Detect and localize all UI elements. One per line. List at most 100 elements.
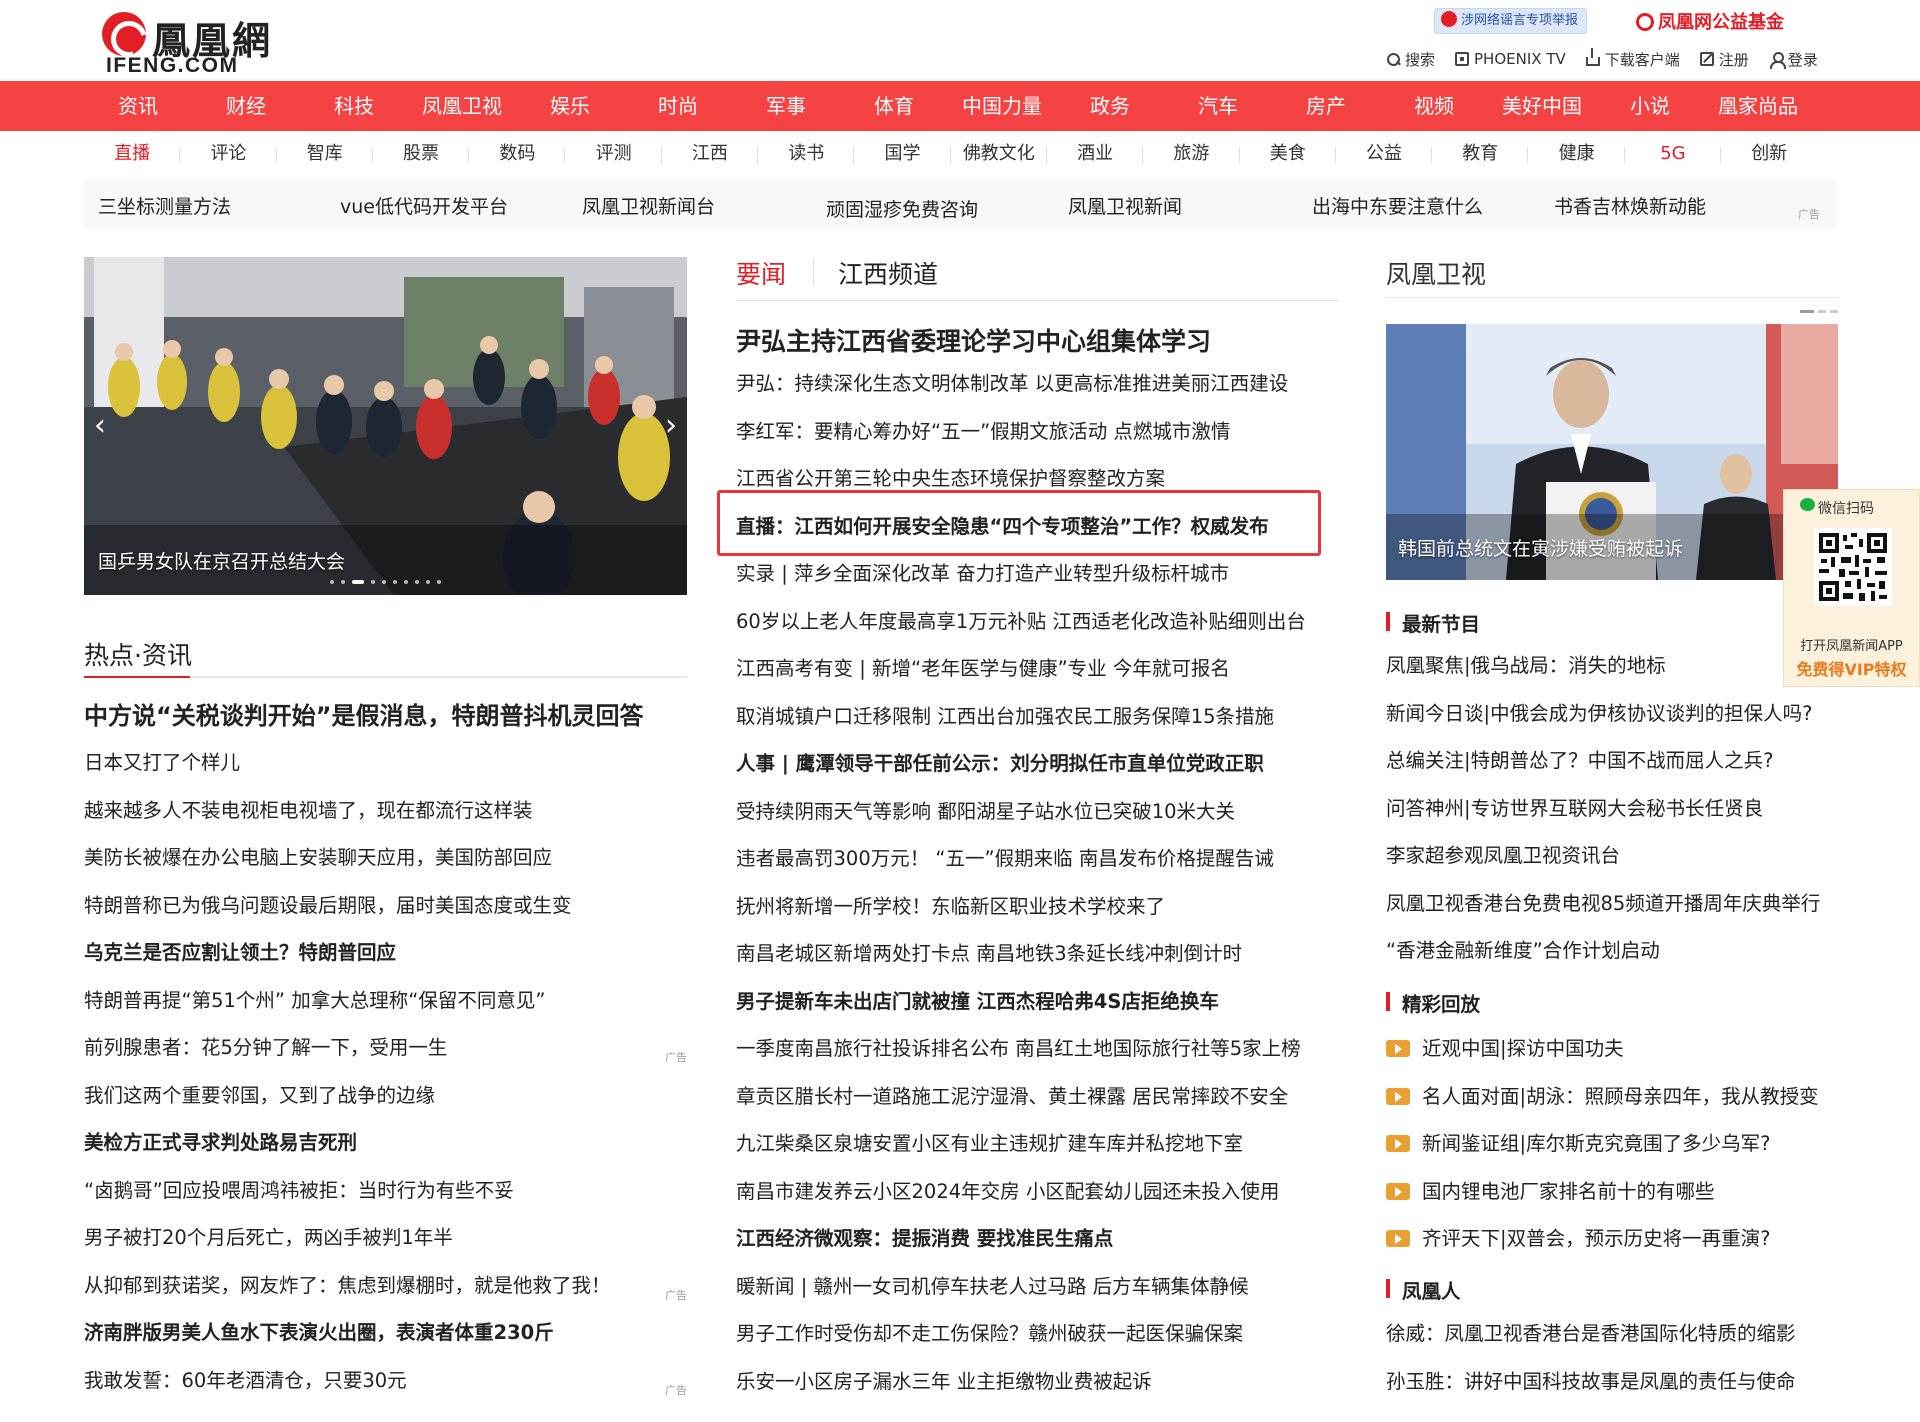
subnav-item-review[interactable]: 评测	[565, 136, 663, 172]
subnav-item-food[interactable]: 美食	[1240, 136, 1337, 172]
list-item[interactable]: 特朗普再提“第51个州” 加拿大总理称“保留不同意见”	[84, 987, 687, 1035]
list-item[interactable]: 济南胖版男美人鱼水下表演火出圈，表演者体重230斤	[84, 1319, 687, 1367]
subnav-item-comment[interactable]: 评论	[180, 136, 277, 172]
slider-dot[interactable]	[404, 580, 408, 584]
list-item[interactable]: “香港金融新维度”合作计划启动	[1386, 937, 1838, 985]
ad-link[interactable]: 顽固湿疹免费咨询	[826, 195, 978, 222]
list-item[interactable]: 美防长被爆在办公电脑上安装聊天应用，美国防部回应	[84, 844, 687, 892]
download-client-link[interactable]: 下载客户端	[1585, 48, 1680, 70]
list-item[interactable]: 日本又打了个样儿	[84, 749, 687, 797]
photo-slider[interactable]: ‹ › 国乒男女队在京召开总结大会	[84, 257, 687, 595]
ifeng-logo[interactable]: 鳳凰網 IFENG.COM	[100, 8, 300, 77]
list-item[interactable]: 我们这两个重要邻国，又到了战争的边缘	[84, 1082, 687, 1130]
slider-next-button[interactable]: ›	[659, 409, 683, 443]
nav-item-huangjia-shangpin[interactable]: 凰家尚品	[1704, 81, 1812, 131]
subnav-item-digital[interactable]: 数码	[469, 136, 566, 172]
list-item[interactable]: 美检方正式寻求判处路易吉死刑	[84, 1129, 687, 1177]
ad-link[interactable]: vue低代码开发平台	[340, 192, 508, 219]
nav-item-shipin[interactable]: 视频	[1380, 81, 1488, 131]
login-link[interactable]: 登录	[1769, 48, 1818, 70]
list-item[interactable]: 中方说“关税谈判开始”是假消息，特朗普抖机灵回答	[84, 702, 687, 749]
subnav-item-innovation[interactable]: 创新	[1721, 136, 1817, 172]
nav-item-keji[interactable]: 科技	[300, 81, 408, 131]
ad-link[interactable]: 出海中东要注意什么	[1312, 192, 1483, 219]
video-item[interactable]: 新闻鉴证组|库尔斯克究竟围了多少乌军?	[1386, 1130, 1838, 1178]
phoenix-tv-title[interactable]: 凤凰卫视	[1386, 255, 1486, 291]
slider-caption[interactable]: 国乒男女队在京召开总结大会	[98, 547, 345, 574]
nav-item-zhongguo-liliang[interactable]: 中国力量	[948, 81, 1056, 131]
list-item[interactable]: 乌克兰是否应割让领土？特朗普回应	[84, 939, 687, 987]
list-item[interactable]: 越来越多人不装电视柜电视墙了，现在都流行这样装	[84, 797, 687, 845]
phoenix-tv-link[interactable]: PHOENIX TV	[1455, 48, 1566, 70]
slider-dot[interactable]	[371, 580, 375, 584]
nav-item-phoenix-tv[interactable]: 凤凰卫视	[408, 81, 516, 131]
list-item[interactable]: 男子工作时受伤却不走工伤保险？赣州破获一起医保骗保案	[736, 1320, 1339, 1368]
ad-list-item[interactable]: 我敢发誓：60年老酒清仓，只要30元 广告	[84, 1367, 687, 1415]
list-item[interactable]: 李红军：要精心筹办好“五一”假期文旅活动 点燃城市激情	[736, 418, 1339, 466]
video-item[interactable]: 名人面对面|胡泳：照顾母亲四年，我从教授变	[1386, 1083, 1838, 1131]
nav-item-fangchan[interactable]: 房产	[1272, 81, 1380, 131]
subnav-item-books[interactable]: 读书	[758, 136, 855, 172]
list-item[interactable]: 南昌老城区新增两处打卡点 南昌地铁3条延长线冲刺倒计时	[736, 940, 1339, 988]
subnav-item-liquor[interactable]: 酒业	[1047, 136, 1144, 172]
list-item[interactable]: “卤鹅哥”回应投喂周鸿祎被拒：当时行为有些不妥	[84, 1177, 687, 1225]
subnav-item-education[interactable]: 教育	[1432, 136, 1529, 172]
nav-item-junshi[interactable]: 军事	[732, 81, 840, 131]
nav-item-caijing[interactable]: 财经	[192, 81, 300, 131]
list-item[interactable]: 一季度南昌旅行社投诉排名公布 南昌红土地国际旅行社等5家上榜	[736, 1035, 1339, 1083]
nav-item-yule[interactable]: 娱乐	[516, 81, 624, 131]
list-item[interactable]: 章贡区腊长村一道路施工泥泞湿滑、黄土裸露 居民常摔跤不安全	[736, 1083, 1339, 1131]
list-item[interactable]: 暖新闻 | 赣州一女司机停车扶老人过马路 后方车辆集体静候	[736, 1273, 1339, 1321]
ad-link[interactable]: 凤凰卫视新闻	[1068, 192, 1182, 219]
subnav-item-charity[interactable]: 公益	[1336, 136, 1433, 172]
rumor-report-badge[interactable]: 涉网络谣言专项举报	[1434, 8, 1588, 34]
list-item[interactable]: 男子提新车未出店门就被撞 江西杰程哈弗4S店拒绝换车	[736, 988, 1339, 1036]
subnav-item-think-tank[interactable]: 智库	[277, 136, 374, 172]
list-item[interactable]: 凤凰聚焦|俄乌战局：消失的地标	[1386, 652, 1838, 700]
list-item[interactable]: 孙玉胜：讲好中国科技故事是凤凰的责任与使命	[1386, 1368, 1838, 1416]
search-link[interactable]: 搜索	[1386, 48, 1435, 70]
subnav-item-guoxue[interactable]: 国学	[854, 136, 951, 172]
list-item[interactable]: 南昌市建发养云小区2024年交房 小区配套幼儿园还未投入使用	[736, 1178, 1339, 1226]
list-item[interactable]: 60岁以上老人年度最高享1万元补贴 江西适老化改造补贴细则出台	[736, 608, 1339, 656]
ad-link[interactable]: 三坐标测量方法	[98, 192, 231, 219]
list-item[interactable]: 问答神州|专访世界互联网大会秘书长任贤良	[1386, 795, 1838, 843]
tv-feature-caption[interactable]: 韩国前总统文在寅涉嫌受贿被起诉	[1398, 534, 1683, 561]
phoenix-tv-feature[interactable]: 韩国前总统文在寅涉嫌受贿被起诉	[1386, 324, 1838, 580]
video-item[interactable]: 齐评天下|双普会，预示历史将一再重演?	[1386, 1225, 1838, 1273]
slider-dot[interactable]	[415, 580, 419, 584]
list-item[interactable]: 人事 | 鹰潭领导干部任前公示：刘分明拟任市直单位党政正职	[736, 750, 1339, 798]
charity-fund-link[interactable]: 凤凰网公益基金	[1636, 8, 1784, 34]
tab-yaowen[interactable]: 要闻	[736, 255, 786, 291]
nav-item-qiche[interactable]: 汽车	[1164, 81, 1272, 131]
slider-dot-active[interactable]	[352, 580, 364, 584]
subnav-item-5g[interactable]: 5G	[1625, 136, 1722, 172]
list-item[interactable]: 凤凰卫视香港台免费电视85频道开播周年庆典举行	[1386, 890, 1838, 938]
headline-lead[interactable]: 尹弘主持江西省委理论学习中心组集体学习	[736, 322, 1211, 358]
subnav-item-stocks[interactable]: 股票	[373, 136, 470, 172]
video-item[interactable]: 近观中国|探访中国功夫	[1386, 1035, 1838, 1083]
list-item[interactable]: 取消城镇户口迁移限制 江西出台加强农民工服务保障15条措施	[736, 703, 1339, 751]
subnav-item-health[interactable]: 健康	[1528, 136, 1626, 172]
list-item[interactable]: 江西经济微观察：提振消费 要找准民生痛点	[736, 1225, 1339, 1273]
tv-dot[interactable]	[1830, 310, 1838, 313]
nav-item-zixun[interactable]: 资讯	[84, 81, 192, 131]
ad-link[interactable]: 书香吉林焕新动能	[1554, 192, 1706, 219]
nav-item-xiaoshuo[interactable]: 小说	[1596, 81, 1704, 131]
list-item[interactable]: 总编关注|特朗普怂了？中国不战而屈人之兵?	[1386, 747, 1838, 795]
subnav-item-jiangxi[interactable]: 江西	[662, 136, 759, 172]
ad-list-item[interactable]: 前列腺患者：花5分钟了解一下，受用一生 广告	[84, 1034, 687, 1082]
list-item[interactable]: 徐威：凤凰卫视香港台是香港国际化特质的缩影	[1386, 1320, 1838, 1368]
tv-dot[interactable]	[1818, 310, 1826, 313]
nav-item-shishang[interactable]: 时尚	[624, 81, 732, 131]
list-item[interactable]: 新闻今日谈|中俄会成为伊核协议谈判的担保人吗?	[1386, 700, 1838, 748]
subnav-item-travel[interactable]: 旅游	[1143, 136, 1240, 172]
slider-dot[interactable]	[393, 580, 397, 584]
nav-item-tiyu[interactable]: 体育	[840, 81, 948, 131]
slider-dot[interactable]	[426, 580, 430, 584]
nav-item-zhengwu[interactable]: 政务	[1056, 81, 1164, 131]
tv-dot-active[interactable]	[1800, 310, 1814, 313]
list-item[interactable]: 李家超参观凤凰卫视资讯台	[1386, 842, 1838, 890]
nav-item-meihao-zhongguo[interactable]: 美好中国	[1488, 81, 1596, 131]
ad-list-item[interactable]: 从抑郁到获诺奖，网友炸了：焦虑到爆棚时，就是他救了我！ 广告	[84, 1272, 687, 1320]
